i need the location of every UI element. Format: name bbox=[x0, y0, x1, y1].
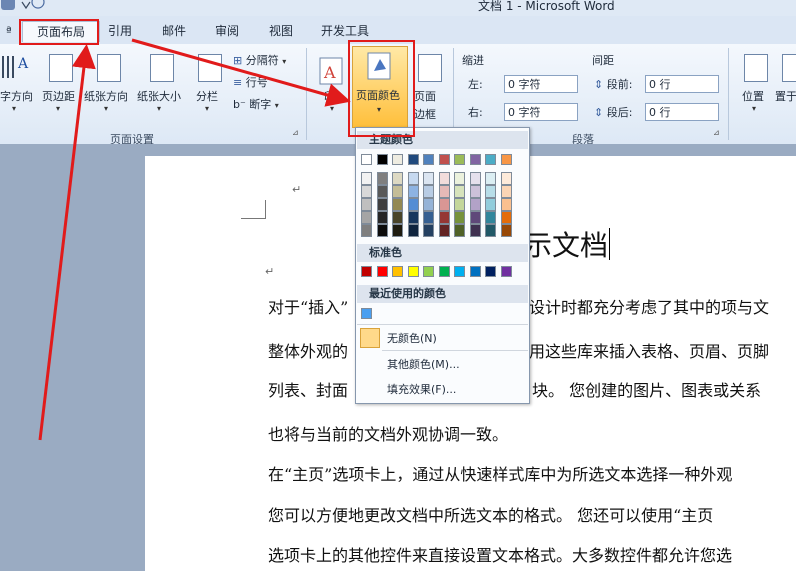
arrow-to-button bbox=[131, 38, 351, 107]
arrow-to-tab bbox=[38, 44, 96, 441]
annotation-arrows bbox=[38, 38, 351, 441]
